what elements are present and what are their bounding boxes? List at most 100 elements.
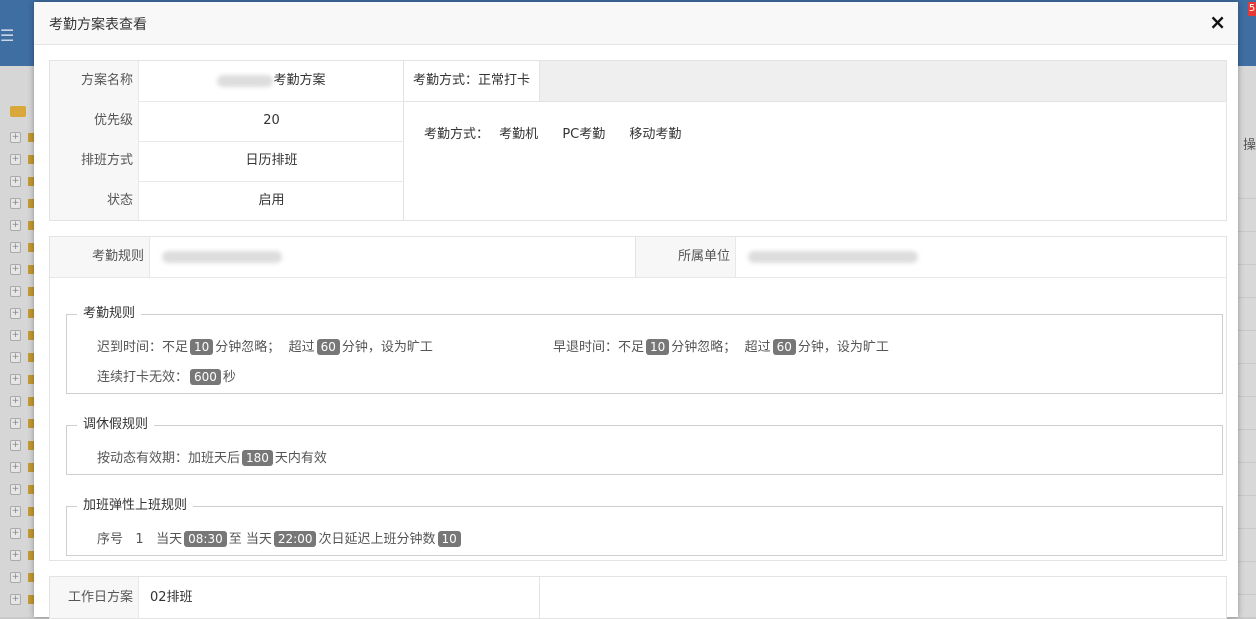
expand-icon[interactable]: + xyxy=(10,154,21,165)
expand-icon[interactable]: + xyxy=(10,286,21,297)
expand-icon[interactable]: + xyxy=(10,132,21,143)
overtime-rules-group: 加班弹性上班规则 序号 1 当天 08:30 至 当天 22:00 次日延迟上班分钟数 1… xyxy=(66,497,1223,556)
method-item: 移动考勤 xyxy=(629,127,682,142)
workday-label: 工作日方案 xyxy=(50,577,139,618)
field-value: 日历排班 xyxy=(245,153,298,168)
expand-icon[interactable]: + xyxy=(10,308,21,319)
tree-node[interactable]: + xyxy=(10,150,34,172)
expand-icon[interactable]: + xyxy=(10,594,21,605)
unit-value xyxy=(748,237,918,277)
dialog-title: 考勤方案表查看 xyxy=(49,17,147,33)
value-badge: 10 xyxy=(190,339,214,355)
close-button[interactable]: × xyxy=(1209,11,1226,33)
expand-icon[interactable]: + xyxy=(10,440,21,451)
redacted-text xyxy=(162,250,282,263)
expand-icon[interactable]: + xyxy=(10,330,21,341)
attendance-mode-tabs: 考勤方式：正常打卡 xyxy=(404,61,1226,102)
tree-node[interactable]: + xyxy=(10,502,34,524)
field-label: 排班方式 xyxy=(50,141,139,181)
tree-node[interactable]: + xyxy=(10,524,34,546)
tree-node[interactable]: + xyxy=(10,436,34,458)
tree-node[interactable]: + xyxy=(10,172,34,194)
expand-icon[interactable]: + xyxy=(10,264,21,275)
expand-icon[interactable]: + xyxy=(10,374,21,385)
late-rule: 迟到时间：不足 10 分钟忽略； 超过 60 分钟，设为旷工 xyxy=(97,339,433,355)
expand-icon[interactable]: + xyxy=(10,550,21,561)
tree-node[interactable]: + xyxy=(10,326,34,348)
method-item: 考勤机 xyxy=(499,127,539,142)
tab-normal-punch[interactable]: 考勤方式：正常打卡 xyxy=(404,61,541,101)
rule-label: 考勤规则 xyxy=(50,237,150,277)
rule-value xyxy=(162,237,282,277)
field-schedule-mode: 排班方式 日历排班 xyxy=(50,141,403,182)
group-legend: 调休假规则 xyxy=(77,416,155,434)
method-item: PC考勤 xyxy=(562,127,606,142)
group-legend: 考勤规则 xyxy=(77,305,142,323)
expand-icon[interactable]: + xyxy=(10,220,21,231)
tree-node[interactable]: + xyxy=(10,392,34,414)
expand-icon[interactable]: + xyxy=(10,462,21,473)
expand-icon[interactable]: + xyxy=(10,352,21,363)
unit-label: 所属单位 xyxy=(636,237,736,277)
divider xyxy=(539,577,540,618)
tree-node[interactable]: + xyxy=(10,480,34,502)
workday-value: 02排班 xyxy=(150,590,193,605)
folder-icon[interactable] xyxy=(10,106,26,117)
attendance-methods: 考勤方式： 考勤机 PC考勤 移动考勤 xyxy=(424,123,701,142)
value-badge: 08:30 xyxy=(184,531,227,547)
attendance-plan-dialog: 考勤方案表查看 × 方案名称 考勤方案 优先级 20 排班方式 日历排班 状态 … xyxy=(34,2,1238,619)
expand-icon[interactable]: + xyxy=(10,506,21,517)
expand-icon[interactable]: + xyxy=(10,198,21,209)
column-header: 操 xyxy=(1243,138,1256,153)
rule-info-row: 考勤规则 所属单位 xyxy=(50,237,1226,278)
expand-icon[interactable]: + xyxy=(10,176,21,187)
tree-node[interactable]: + xyxy=(10,414,34,436)
expand-icon[interactable]: + xyxy=(10,242,21,253)
field-value: 20 xyxy=(263,113,280,128)
tree-node[interactable]: + xyxy=(10,128,34,150)
field-label: 方案名称 xyxy=(50,61,139,101)
redacted-text xyxy=(748,250,918,263)
expand-icon[interactable]: + xyxy=(10,528,21,539)
tree-node[interactable]: + xyxy=(10,590,34,612)
field-label: 状态 xyxy=(50,181,139,220)
value-badge: 180 xyxy=(242,450,273,466)
tree-node[interactable]: + xyxy=(10,568,34,590)
notification-badge[interactable]: 5 xyxy=(1248,2,1256,16)
tree-node[interactable]: + xyxy=(10,282,34,304)
rules-panel: 考勤规则 所属单位 考勤规则 迟到时间：不足 10 分钟忽略； 超过 60 分钟，设为旷… xyxy=(49,236,1227,561)
value-badge: 60 xyxy=(772,339,796,355)
value-badge: 10 xyxy=(437,531,461,547)
leave-validity-rule: 按动态有效期：加班天后 180 天内有效 xyxy=(97,450,327,466)
tree-node[interactable]: + xyxy=(10,304,34,326)
tree-node[interactable]: + xyxy=(10,458,34,480)
tree-node[interactable]: + xyxy=(10,260,34,282)
expand-icon[interactable]: + xyxy=(10,418,21,429)
expand-icon[interactable]: + xyxy=(10,572,21,583)
field-plan-name: 方案名称 考勤方案 xyxy=(50,61,403,102)
field-status: 状态 启用 xyxy=(50,181,403,220)
basic-info-panel: 方案名称 考勤方案 优先级 20 排班方式 日历排班 状态 启用 考勤方式：正常… xyxy=(49,60,1227,221)
value-badge: 22:00 xyxy=(273,531,317,547)
repeat-punch-rule: 连续打卡无效： 600 秒 xyxy=(97,369,236,385)
tree-node[interactable]: + xyxy=(10,194,34,216)
redacted-text xyxy=(217,74,274,87)
expand-icon[interactable]: + xyxy=(10,396,21,407)
overtime-rule-row: 序号 1 当天 08:30 至 当天 22:00 次日延迟上班分钟数 10 xyxy=(97,528,463,547)
dialog-header: 考勤方案表查看 × xyxy=(34,2,1238,45)
tree-node[interactable]: + xyxy=(10,216,34,238)
value-badge: 600 xyxy=(190,369,221,385)
early-leave-rule: 早退时间：不足 10 分钟忽略； 超过 60 分钟，设为旷工 xyxy=(553,339,889,355)
value-badge: 10 xyxy=(646,339,670,355)
expand-icon[interactable]: + xyxy=(10,484,21,495)
workday-plan-panel: 工作日方案 02排班 xyxy=(49,576,1227,619)
attendance-rules-group: 考勤规则 迟到时间：不足 10 分钟忽略； 超过 60 分钟，设为旷工 早退时间：不足 1… xyxy=(66,305,1223,394)
field-value: 启用 xyxy=(258,193,285,208)
tree-node[interactable]: + xyxy=(10,370,34,392)
tree-node[interactable]: + xyxy=(10,348,34,370)
tree-node[interactable]: + xyxy=(10,238,34,260)
background-table-rows xyxy=(1238,166,1256,595)
value-badge: 60 xyxy=(316,339,340,355)
tree-node[interactable]: + xyxy=(10,546,34,568)
menu-icon[interactable]: ☰ xyxy=(0,26,14,45)
